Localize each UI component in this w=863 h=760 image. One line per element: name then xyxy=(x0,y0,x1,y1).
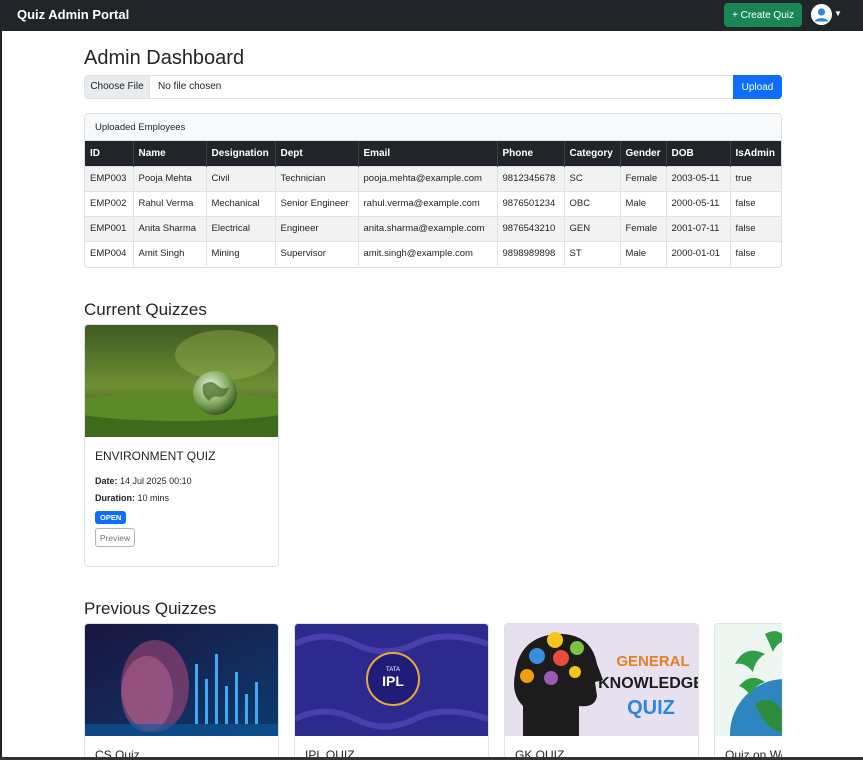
column-header: Designation xyxy=(206,141,276,166)
table-cell: false xyxy=(730,240,781,266)
upload-button[interactable]: Upload xyxy=(733,75,782,99)
table-row: EMP002 Rahul Verma Mechanical Senior Eng… xyxy=(85,190,781,216)
quiz-duration-value: 10 mins xyxy=(137,493,170,503)
table-cell: SC xyxy=(564,165,621,191)
table-cell: Female xyxy=(620,165,667,191)
table-cell: Anita Sharma xyxy=(133,215,207,241)
gk-line-2: KNOWLEDGE xyxy=(598,675,698,692)
column-header: Email xyxy=(358,141,498,166)
table-cell: 9898989898 xyxy=(497,240,565,266)
table-cell: GEN xyxy=(564,215,621,241)
table-cell: 2001-07-11 xyxy=(666,215,731,241)
window-frame-left xyxy=(0,31,2,760)
ipl-logo-text: IPL xyxy=(382,673,404,689)
column-header: ID xyxy=(85,141,134,166)
quiz-date-value: 14 Jul 2025 00:10 xyxy=(120,476,192,486)
table-cell: Rahul Verma xyxy=(133,190,207,216)
table-cell: 9812345678 xyxy=(497,165,565,191)
table-cell: 9876501234 xyxy=(497,190,565,216)
quiz-date: Date: 14 Jul 2025 00:10 xyxy=(95,476,192,486)
gk-line-3: QUIZ xyxy=(627,697,675,719)
table-cell: Technician xyxy=(275,165,359,191)
ai-head-image xyxy=(85,624,278,736)
environment-globe-image xyxy=(85,325,278,437)
previous-quizzes-row: CS Quiz TATA IPL IPL QUIZ GENERAL KNOWLE… xyxy=(84,623,782,760)
employees-card: Uploaded Employees ID Name Designation D… xyxy=(84,113,782,268)
table-cell: anita.sharma@example.com xyxy=(358,215,498,241)
column-header: Phone xyxy=(497,141,565,166)
file-upload-group: Choose File No file chosen Upload xyxy=(84,75,782,99)
table-cell: EMP003 xyxy=(85,165,134,191)
quiz-duration: Duration: 10 mins xyxy=(95,493,169,503)
table-cell: amit.singh@example.com xyxy=(358,240,498,266)
earth-leaves-image xyxy=(715,624,782,736)
previous-quiz-card[interactable]: GENERAL KNOWLEDGE QUIZ GK QUIZ xyxy=(504,623,699,760)
table-cell: EMP002 xyxy=(85,190,134,216)
table-cell: 2000-05-11 xyxy=(666,190,731,216)
gk-line-1: GENERAL xyxy=(616,653,689,670)
previous-quiz-card[interactable]: CS Quiz xyxy=(84,623,279,760)
previous-quizzes-title: Previous Quizzes xyxy=(84,599,217,618)
top-navbar: Quiz Admin Portal + Create Quiz ▼ xyxy=(0,0,863,31)
table-cell: Pooja Mehta xyxy=(133,165,207,191)
table-cell: Mechanical xyxy=(206,190,276,216)
table-cell: ST xyxy=(564,240,621,266)
current-quizzes-title: Current Quizzes xyxy=(84,300,207,319)
table-cell: EMP001 xyxy=(85,215,134,241)
table-cell: Mining xyxy=(206,240,276,266)
table-cell: Male xyxy=(620,240,667,266)
ipl-logo-image: TATA IPL xyxy=(295,624,488,736)
table-cell: Male xyxy=(620,190,667,216)
table-cell: false xyxy=(730,190,781,216)
user-avatar-icon[interactable] xyxy=(811,4,832,25)
table-cell: Senior Engineer xyxy=(275,190,359,216)
table-cell: OBC xyxy=(564,190,621,216)
employees-table: ID Name Designation Dept Email Phone Cat… xyxy=(85,141,781,266)
column-header: Category xyxy=(564,141,621,166)
table-cell: pooja.mehta@example.com xyxy=(358,165,498,191)
quiz-date-label: Date: xyxy=(95,476,118,486)
caret-down-icon[interactable]: ▼ xyxy=(834,9,842,18)
column-header: DOB xyxy=(666,141,731,166)
table-cell: 2003-05-11 xyxy=(666,165,731,191)
file-name-display[interactable]: No file chosen xyxy=(150,75,733,99)
table-row: EMP004 Amit Singh Mining Supervisor amit… xyxy=(85,240,781,266)
table-cell: rahul.verma@example.com xyxy=(358,190,498,216)
current-quiz-title: ENVIRONMENT QUIZ xyxy=(95,449,216,463)
choose-file-button[interactable]: Choose File xyxy=(84,75,150,99)
gk-head-gears-image: GENERAL KNOWLEDGE QUIZ xyxy=(505,624,698,736)
table-cell: Electrical xyxy=(206,215,276,241)
create-quiz-button[interactable]: + Create Quiz xyxy=(724,3,802,27)
status-badge: OPEN xyxy=(95,511,127,524)
table-cell: false xyxy=(730,215,781,241)
page-title: Admin Dashboard xyxy=(84,47,245,69)
table-cell: Amit Singh xyxy=(133,240,207,266)
table-cell: Engineer xyxy=(275,215,359,241)
quiz-duration-label: Duration: xyxy=(95,493,135,503)
column-header: Dept xyxy=(275,141,359,166)
table-cell: Supervisor xyxy=(275,240,359,266)
table-cell: Female xyxy=(620,215,667,241)
employees-card-header: Uploaded Employees xyxy=(85,114,781,141)
current-quiz-card[interactable]: ENVIRONMENT QUIZ Date: 14 Jul 2025 00:10… xyxy=(84,324,279,567)
column-header: Name xyxy=(133,141,207,166)
previous-quiz-card[interactable]: Quiz on World Environment Day xyxy=(714,623,782,760)
previous-quiz-card[interactable]: TATA IPL IPL QUIZ xyxy=(294,623,489,760)
table-cell: EMP004 xyxy=(85,240,134,266)
table-cell: 9876543210 xyxy=(497,215,565,241)
table-row: EMP003 Pooja Mehta Civil Technician pooj… xyxy=(85,165,781,191)
column-header: IsAdmin xyxy=(730,141,781,166)
table-header-row: ID Name Designation Dept Email Phone Cat… xyxy=(85,141,781,166)
table-cell: Civil xyxy=(206,165,276,191)
column-header: Gender xyxy=(620,141,667,166)
preview-button[interactable]: Preview xyxy=(95,528,135,547)
table-cell: true xyxy=(730,165,781,191)
table-cell: 2000-01-01 xyxy=(666,240,731,266)
table-row: EMP001 Anita Sharma Electrical Engineer … xyxy=(85,215,781,241)
brand-title[interactable]: Quiz Admin Portal xyxy=(17,7,129,22)
